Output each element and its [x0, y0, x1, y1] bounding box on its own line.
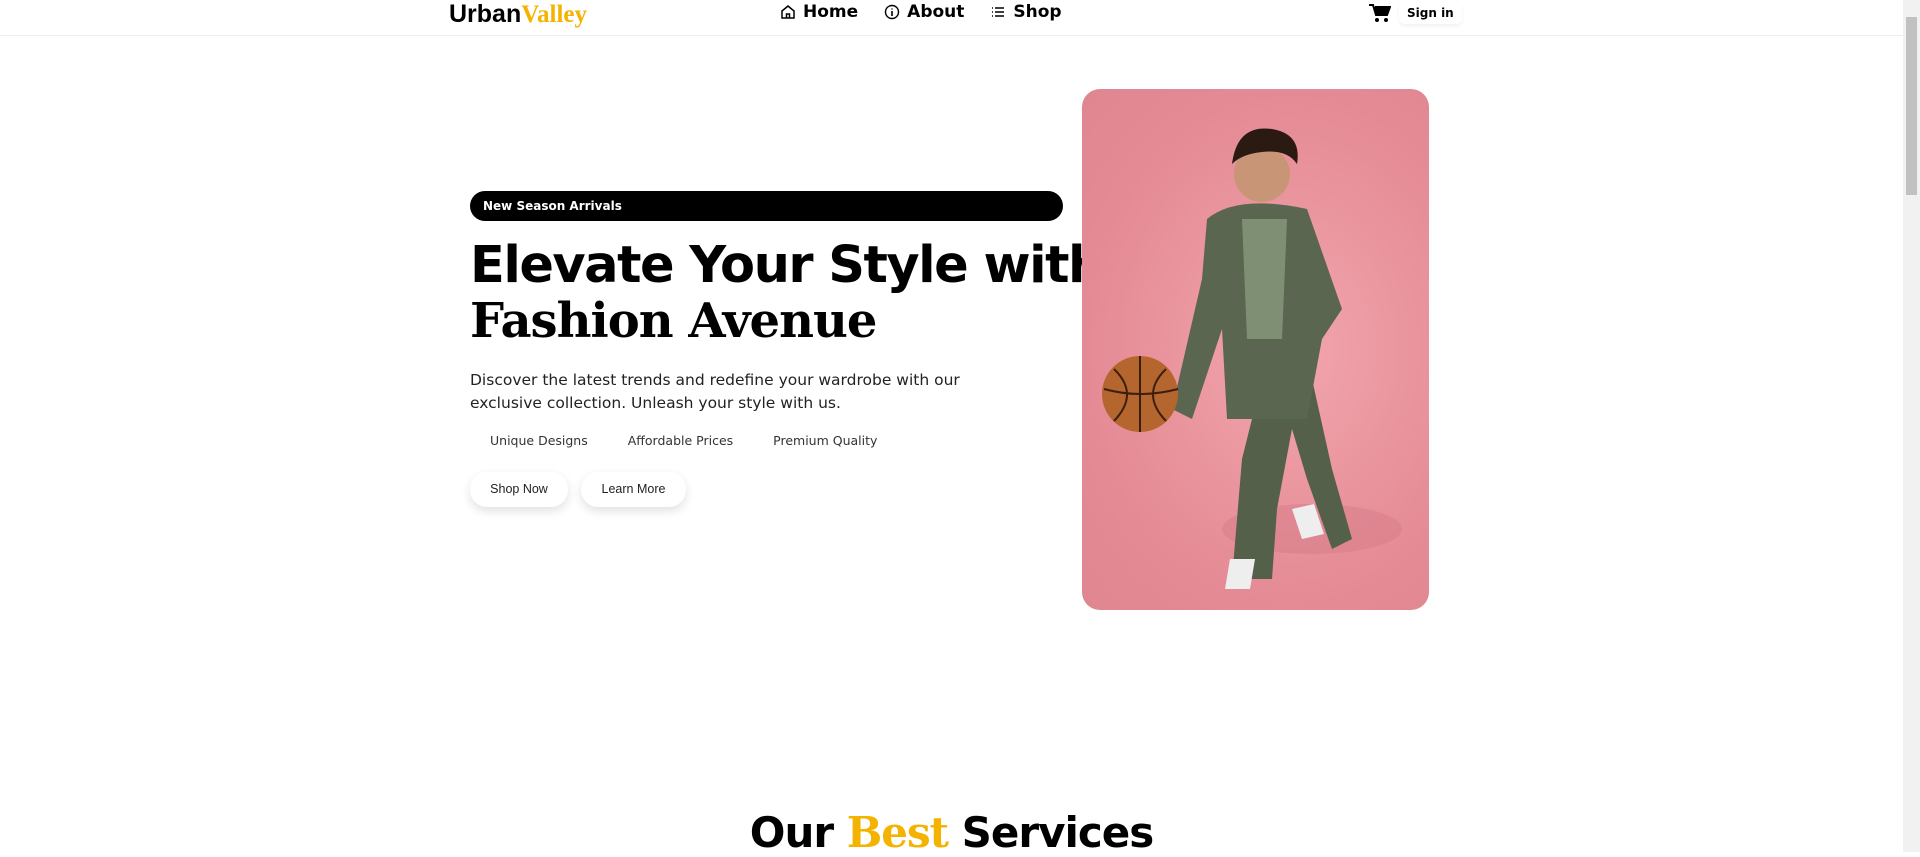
learn-more-button[interactable]: Learn More: [581, 472, 686, 507]
home-icon: [781, 5, 795, 19]
shop-now-button[interactable]: Shop Now: [470, 472, 568, 507]
cart-icon[interactable]: [1369, 3, 1391, 23]
feature-item: Unique Designs: [490, 433, 588, 448]
services-heading: Our Best Services: [749, 808, 1154, 857]
list-icon: [992, 7, 1005, 17]
feature-item: Affordable Prices: [627, 433, 734, 448]
header-actions: Sign in: [1369, 2, 1462, 24]
main-nav: Home About Shop: [780, 2, 1062, 22]
info-icon: [884, 4, 900, 20]
hero-badge: New Season Arrivals: [470, 191, 1063, 221]
site-header: UrbanValley Home About Shop Sign in: [0, 0, 1903, 36]
nav-home[interactable]: Home: [780, 2, 858, 22]
sign-in-button[interactable]: Sign in: [1399, 2, 1462, 24]
nav-shop[interactable]: Shop: [990, 2, 1062, 22]
hero-title-line1: Elevate Your Style with: [470, 236, 1104, 295]
nav-about[interactable]: About: [884, 2, 964, 22]
scrollbar[interactable]: [1903, 0, 1920, 852]
hero-title-line2: Fashion Avenue: [470, 293, 877, 349]
logo[interactable]: UrbanValley: [449, 0, 587, 29]
scrollbar-thumb[interactable]: [1906, 17, 1917, 195]
model-illustration: [1102, 128, 1402, 589]
feature-list: Unique Designs Affordable Prices Premium…: [490, 433, 877, 448]
hero-image: [1082, 89, 1429, 610]
hero-description: Discover the latest trends and redefine …: [470, 371, 960, 412]
feature-item: Premium Quality: [773, 433, 878, 448]
